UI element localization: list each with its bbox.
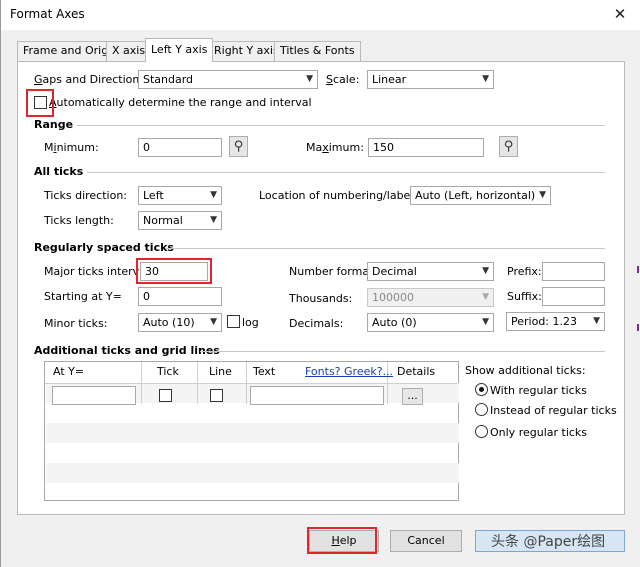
scale-label: Scale:	[326, 73, 360, 86]
ticks-length-label: Ticks length:	[44, 214, 114, 227]
range-section-title: Range	[34, 118, 74, 131]
regular-ticks-divider	[166, 248, 605, 249]
hook-icon[interactable]: ⚲	[229, 136, 248, 157]
additional-ticks-section-title: Additional ticks and grid lines	[34, 344, 220, 357]
details-button[interactable]: ...	[402, 388, 423, 405]
location-select[interactable]: Auto (Left, horizontal) ▼	[410, 186, 551, 205]
all-ticks-divider	[87, 172, 605, 173]
text-input[interactable]	[250, 386, 384, 405]
format-axes-dialog: Format Axes ✕ Frame and Origin X axis Le…	[0, 0, 640, 567]
minimum-input[interactable]: 0	[138, 138, 222, 157]
thousands-select: 100000 ▼	[367, 288, 494, 307]
line-checkbox[interactable]	[210, 389, 223, 402]
prefix-input[interactable]	[542, 262, 605, 281]
tab-left-y-axis[interactable]: Left Y axis	[145, 38, 214, 62]
regular-ticks-section-title: Regularly spaced ticks	[34, 241, 174, 254]
radio-instead-of-regular-label: Instead of regular ticks	[490, 404, 617, 417]
number-format-label: Number format:	[289, 265, 378, 278]
minimum-label: Minimum:	[44, 141, 99, 154]
chevron-down-icon: ▼	[593, 316, 600, 326]
show-additional-label: Show additional ticks:	[465, 364, 586, 377]
background-mark	[637, 266, 639, 273]
range-divider	[77, 125, 605, 126]
decimals-label: Decimals:	[289, 317, 344, 330]
log-checkbox[interactable]	[227, 315, 240, 328]
prefix-label: Prefix:	[507, 265, 542, 278]
starting-at-input[interactable]: 0	[138, 287, 222, 306]
decimals-select[interactable]: Auto (0) ▼	[367, 313, 494, 332]
chevron-down-icon: ▼	[482, 292, 489, 302]
ticks-direction-label: Ticks direction:	[44, 189, 127, 202]
ticks-direction-select[interactable]: Left ▼	[138, 186, 222, 205]
log-label: log	[242, 316, 259, 329]
column-header-line: Line	[209, 365, 232, 378]
tick-checkbox[interactable]	[159, 389, 172, 402]
column-header-text: Text	[253, 365, 276, 378]
highlight-box-help	[307, 527, 377, 554]
chevron-down-icon: ▼	[482, 317, 489, 327]
suffix-label: Suffix:	[507, 290, 542, 303]
background-mark	[637, 324, 639, 331]
minor-ticks-select[interactable]: Auto (10) ▼	[138, 313, 222, 332]
radio-only-regular[interactable]	[475, 425, 488, 438]
watermark: 头条 @Paper绘图	[491, 534, 606, 550]
maximum-input[interactable]: 150	[368, 138, 484, 157]
chevron-down-icon: ▼	[482, 74, 489, 84]
suffix-input[interactable]	[542, 287, 605, 306]
chevron-down-icon: ▼	[210, 317, 217, 327]
location-label: Location of numbering/labeling:	[259, 189, 435, 202]
title-bar: Format Axes ✕	[1, 0, 640, 30]
auto-range-label: Automatically determine the range and in…	[49, 96, 312, 109]
starting-at-label: Starting at Y=	[44, 290, 122, 303]
minor-ticks-label: Minor ticks:	[44, 317, 108, 330]
column-header-details: Details	[397, 365, 436, 378]
scale-select[interactable]: Linear ▼	[367, 70, 494, 89]
tab-titles-and-fonts[interactable]: Titles & Fonts	[274, 41, 361, 61]
table-row-stripe	[46, 423, 459, 443]
chevron-down-icon: ▼	[210, 215, 217, 225]
column-header-at-y: At Y=	[53, 365, 85, 378]
period-select[interactable]: Period: 1.23 ▼	[506, 312, 605, 331]
radio-with-regular[interactable]	[475, 383, 488, 396]
fonts-greek-link[interactable]: Fonts? Greek?...	[301, 362, 393, 383]
dialog-title: Format Axes	[10, 7, 85, 21]
maximum-label: Maximum:	[306, 141, 364, 154]
hook-icon[interactable]: ⚲	[499, 136, 518, 157]
all-ticks-section-title: All ticks	[34, 165, 84, 178]
ticks-length-select[interactable]: Normal ▼	[138, 211, 222, 230]
highlight-box-auto-checkbox	[26, 89, 54, 117]
table-header-divider	[45, 383, 458, 384]
radio-with-regular-label: With regular ticks	[490, 384, 587, 397]
chevron-down-icon: ▼	[539, 190, 546, 200]
cancel-button[interactable]: Cancel	[390, 530, 462, 552]
gaps-direction-select[interactable]: Standard ▼	[138, 70, 318, 89]
number-format-select[interactable]: Decimal ▼	[367, 262, 494, 281]
additional-ticks-table: At Y= Tick Line Text Fonts? Greek?... De…	[44, 361, 459, 501]
at-y-input[interactable]	[52, 386, 136, 405]
table-row-stripe	[46, 463, 459, 483]
radio-only-regular-label: Only regular ticks	[490, 426, 588, 439]
column-header-tick: Tick	[157, 365, 179, 378]
chevron-down-icon: ▼	[210, 190, 217, 200]
additional-ticks-divider	[200, 351, 605, 352]
radio-instead-of-regular[interactable]	[475, 403, 488, 416]
chevron-down-icon: ▼	[482, 266, 489, 276]
close-icon[interactable]: ✕	[608, 3, 632, 25]
thousands-label: Thousands:	[289, 292, 353, 305]
highlight-box-major-interval	[136, 258, 212, 284]
chevron-down-icon: ▼	[306, 74, 313, 84]
gaps-direction-label: Gaps and Direction:	[34, 73, 144, 86]
